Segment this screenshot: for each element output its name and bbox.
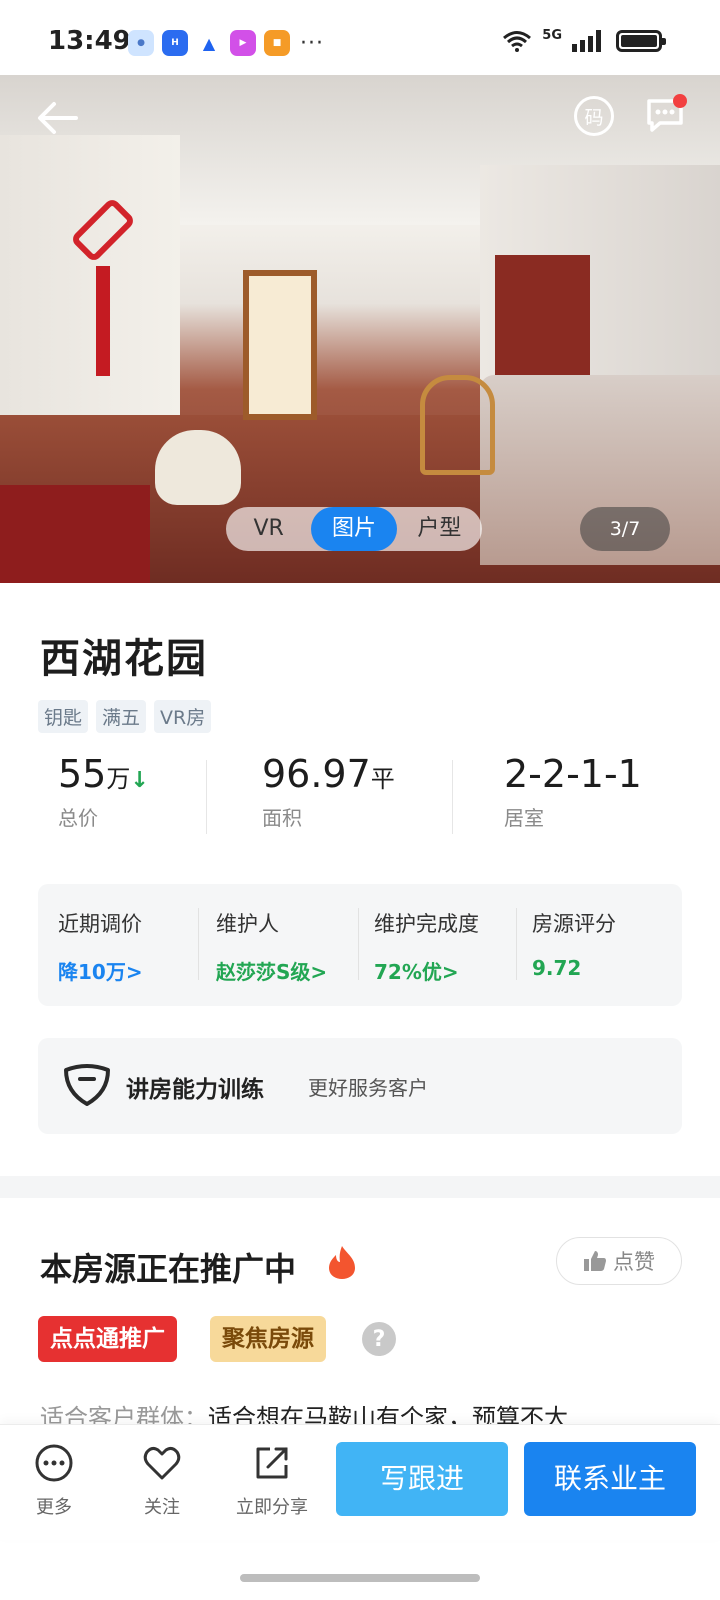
stat-divider <box>206 760 207 834</box>
battery-icon <box>616 30 666 52</box>
network-type: 5G <box>542 27 562 43</box>
back-arrow-icon[interactable] <box>36 96 80 140</box>
help-icon[interactable]: ? <box>362 1322 396 1356</box>
follow-label: 关注 <box>144 1497 180 1518</box>
listing-title: 西湖花园 <box>40 636 208 682</box>
maintenance-label: 维护完成度 <box>374 912 479 936</box>
key-stats: 55万↓ 总价 96.97平 面积 2-2-1-1 居室 <box>0 752 720 834</box>
qr-code-button[interactable]: 码 <box>574 96 614 136</box>
notification-dot <box>673 94 687 108</box>
promotion-badge: 点点通推广 <box>38 1316 177 1362</box>
contact-owner-button[interactable]: 联系业主 <box>524 1442 696 1516</box>
like-label: 点赞 <box>613 1250 655 1274</box>
tag-five-years: 满五 <box>96 700 147 733</box>
stat-price: 55万↓ 总价 <box>58 752 149 831</box>
photo-pager: 3/7 <box>580 507 670 551</box>
ai-assistant-icon: ● <box>128 30 154 56</box>
info-divider <box>198 908 199 980</box>
flame-icon <box>329 1246 355 1279</box>
maintainer-value[interactable]: 赵莎莎S级> <box>216 956 327 985</box>
price-label: 总价 <box>58 806 98 830</box>
share-label: 立即分享 <box>236 1497 308 1518</box>
tab-vr[interactable]: VR <box>226 507 311 551</box>
recent-price-value[interactable]: 降10万> <box>58 956 143 985</box>
home-indicator[interactable] <box>240 1574 480 1582</box>
signal-icon <box>572 30 601 52</box>
training-title: 讲房能力训练 <box>126 1077 264 1103</box>
tag-vr: VR房 <box>154 700 212 733</box>
honor-icon: H <box>162 30 188 56</box>
area-label: 面积 <box>262 806 302 830</box>
stat-area: 96.97平 面积 <box>262 752 395 831</box>
follow-button[interactable]: 关注 <box>122 1443 202 1519</box>
info-divider <box>516 908 517 980</box>
listing-tags: 钥匙 满五 VR房 <box>38 700 212 733</box>
more-label: 更多 <box>36 1497 72 1518</box>
maintenance-value[interactable]: 72%优> <box>374 956 479 985</box>
heart-icon <box>143 1446 181 1480</box>
write-followup-button[interactable]: 写跟进 <box>336 1442 508 1516</box>
photo-table <box>0 485 150 583</box>
video-icon: ▶ <box>230 30 256 56</box>
training-subtitle: 更好服务客户 <box>308 1076 428 1100</box>
more-button[interactable]: 更多 <box>14 1443 94 1519</box>
tab-floorplan[interactable]: 户型 <box>397 507 482 551</box>
score-label: 房源评分 <box>532 912 616 936</box>
status-bar: 13:49 ● H ▲ ▶ ■ ··· 5G <box>0 0 720 78</box>
rooms-value: 2-2-1-1 <box>504 752 642 796</box>
photo-pot <box>155 430 241 505</box>
status-overflow: ··· <box>300 30 324 56</box>
photo-door <box>243 270 317 420</box>
promotion-title: 本房源正在推广中 <box>40 1250 297 1288</box>
status-indicators: 5G <box>502 27 666 52</box>
chinese-knot-decoration <box>69 170 137 376</box>
training-icon <box>64 1064 110 1106</box>
info-divider <box>358 908 359 980</box>
info-maintainer[interactable]: 维护人 赵莎莎S级> <box>216 908 327 985</box>
info-score: 房源评分 9.72 <box>532 908 616 980</box>
training-banner[interactable]: 讲房能力训练 更好服务客户 <box>38 1038 682 1134</box>
more-icon <box>35 1444 73 1482</box>
info-maintenance[interactable]: 维护完成度 72%优> <box>374 908 479 985</box>
share-button[interactable]: 立即分享 <box>222 1443 322 1519</box>
status-time: 13:49 <box>48 26 131 56</box>
thumbs-up-icon <box>584 1251 606 1271</box>
section-divider <box>0 1176 720 1198</box>
info-recent-price[interactable]: 近期调价 降10万> <box>58 908 143 985</box>
maps-icon: ▲ <box>196 30 222 56</box>
share-icon <box>256 1447 288 1479</box>
maintainer-label: 维护人 <box>216 912 279 936</box>
score-value: 9.72 <box>532 956 582 980</box>
tag-key: 钥匙 <box>38 700 89 733</box>
stat-rooms: 2-2-1-1 居室 <box>504 752 642 831</box>
price-unit: 万 <box>106 765 131 793</box>
recent-price-label: 近期调价 <box>58 912 142 936</box>
area-value: 96.97 <box>262 752 371 796</box>
listing-info-box: 近期调价 降10万> 维护人 赵莎莎S级> 维护完成度 72%优> 房源评分 9… <box>38 884 682 1006</box>
tab-photos[interactable]: 图片 <box>311 507 397 551</box>
status-app-icons: ● H ▲ ▶ ■ ··· <box>128 30 324 56</box>
gallery-tabs: VR 图片 户型 <box>226 507 482 551</box>
photo-chair <box>420 375 495 475</box>
store-icon: ■ <box>264 30 290 56</box>
rooms-label: 居室 <box>504 806 544 830</box>
stat-divider <box>452 760 453 834</box>
focus-badge: 聚焦房源 <box>210 1316 326 1362</box>
price-value: 55 <box>58 752 107 796</box>
qr-code-label: 码 <box>584 106 604 129</box>
wifi-icon <box>503 31 532 52</box>
area-unit: 平 <box>370 765 395 793</box>
like-button[interactable]: 点赞 <box>556 1237 682 1285</box>
price-down-icon: ↓ <box>130 768 149 793</box>
